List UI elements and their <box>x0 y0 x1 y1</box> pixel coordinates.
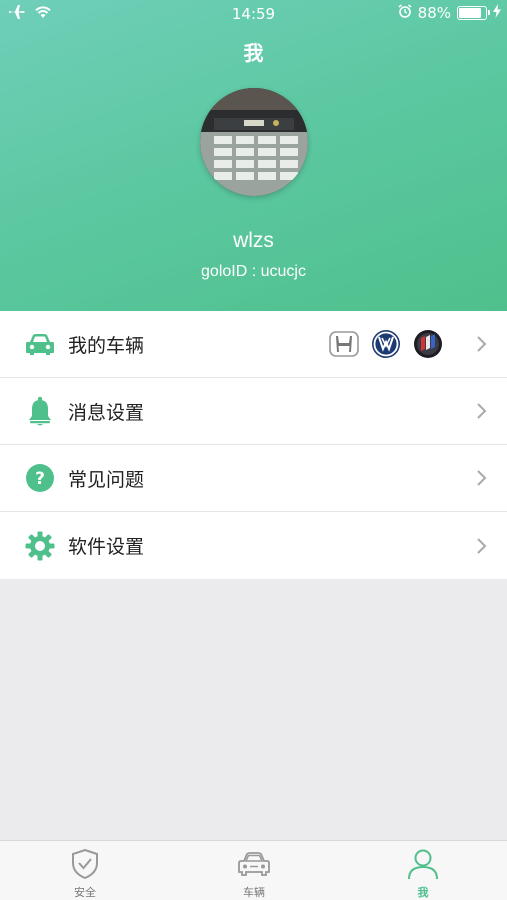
person-icon <box>406 847 440 881</box>
volkswagen-logo-icon <box>371 329 401 359</box>
menu-item-faq[interactable]: ? 常见问题 <box>0 445 507 512</box>
menu-label-my-vehicles: 我的车辆 <box>68 334 145 357</box>
tab-vehicles[interactable]: 车辆 <box>204 841 304 900</box>
tab-label-me: 我 <box>417 886 429 899</box>
bell-icon <box>25 396 55 426</box>
username: wlzs <box>233 229 274 252</box>
golo-id: goloID : ucucjc <box>201 263 306 280</box>
profile-header: 14:59 88% 我 wlzs goloID: ucucjc <box>0 0 507 311</box>
menu-label-message-settings: 消息设置 <box>68 401 145 424</box>
chevron-right-icon <box>475 334 489 354</box>
menu-item-app-settings[interactable]: 软件设置 <box>0 512 507 579</box>
question-icon: ? <box>25 463 55 493</box>
avatar[interactable] <box>200 88 308 196</box>
vehicle-brand-logos <box>329 329 443 359</box>
chevron-right-icon <box>475 401 489 421</box>
tab-bar: 安全 车辆 我 <box>0 840 507 900</box>
car-icon <box>237 847 271 881</box>
menu-item-message-settings[interactable]: 消息设置 <box>0 378 507 445</box>
menu-label-app-settings: 软件设置 <box>68 536 145 558</box>
battery-icon <box>457 6 490 20</box>
tab-me[interactable]: 我 <box>373 841 473 900</box>
battery-cap <box>488 10 490 15</box>
chevron-right-icon <box>475 468 489 488</box>
tab-label-safety: 安全 <box>74 886 96 899</box>
avatar-photo <box>200 88 308 196</box>
settings-menu: 我的车辆 消息设置 ? 常见问题 软件设置 <box>0 311 507 579</box>
buick-logo-icon <box>413 329 443 359</box>
svg-text:?: ? <box>35 469 45 489</box>
page-title: 我 <box>243 41 264 65</box>
battery-level-fill <box>459 8 481 18</box>
menu-label-faq: 常见问题 <box>68 468 145 491</box>
charging-icon <box>493 4 501 22</box>
shield-icon <box>68 847 102 881</box>
status-bar: 14:59 88% <box>0 0 507 28</box>
tab-label-vehicles: 车辆 <box>243 886 265 899</box>
menu-item-my-vehicles[interactable]: 我的车辆 <box>0 311 507 378</box>
status-right: 88% <box>398 4 501 22</box>
alarm-icon <box>398 4 412 22</box>
gear-icon <box>25 531 55 561</box>
tab-safety[interactable]: 安全 <box>35 841 135 900</box>
battery-percentage: 88% <box>417 4 451 22</box>
honda-logo-icon <box>329 329 359 359</box>
chevron-right-icon <box>475 536 489 556</box>
car-icon <box>25 329 55 359</box>
